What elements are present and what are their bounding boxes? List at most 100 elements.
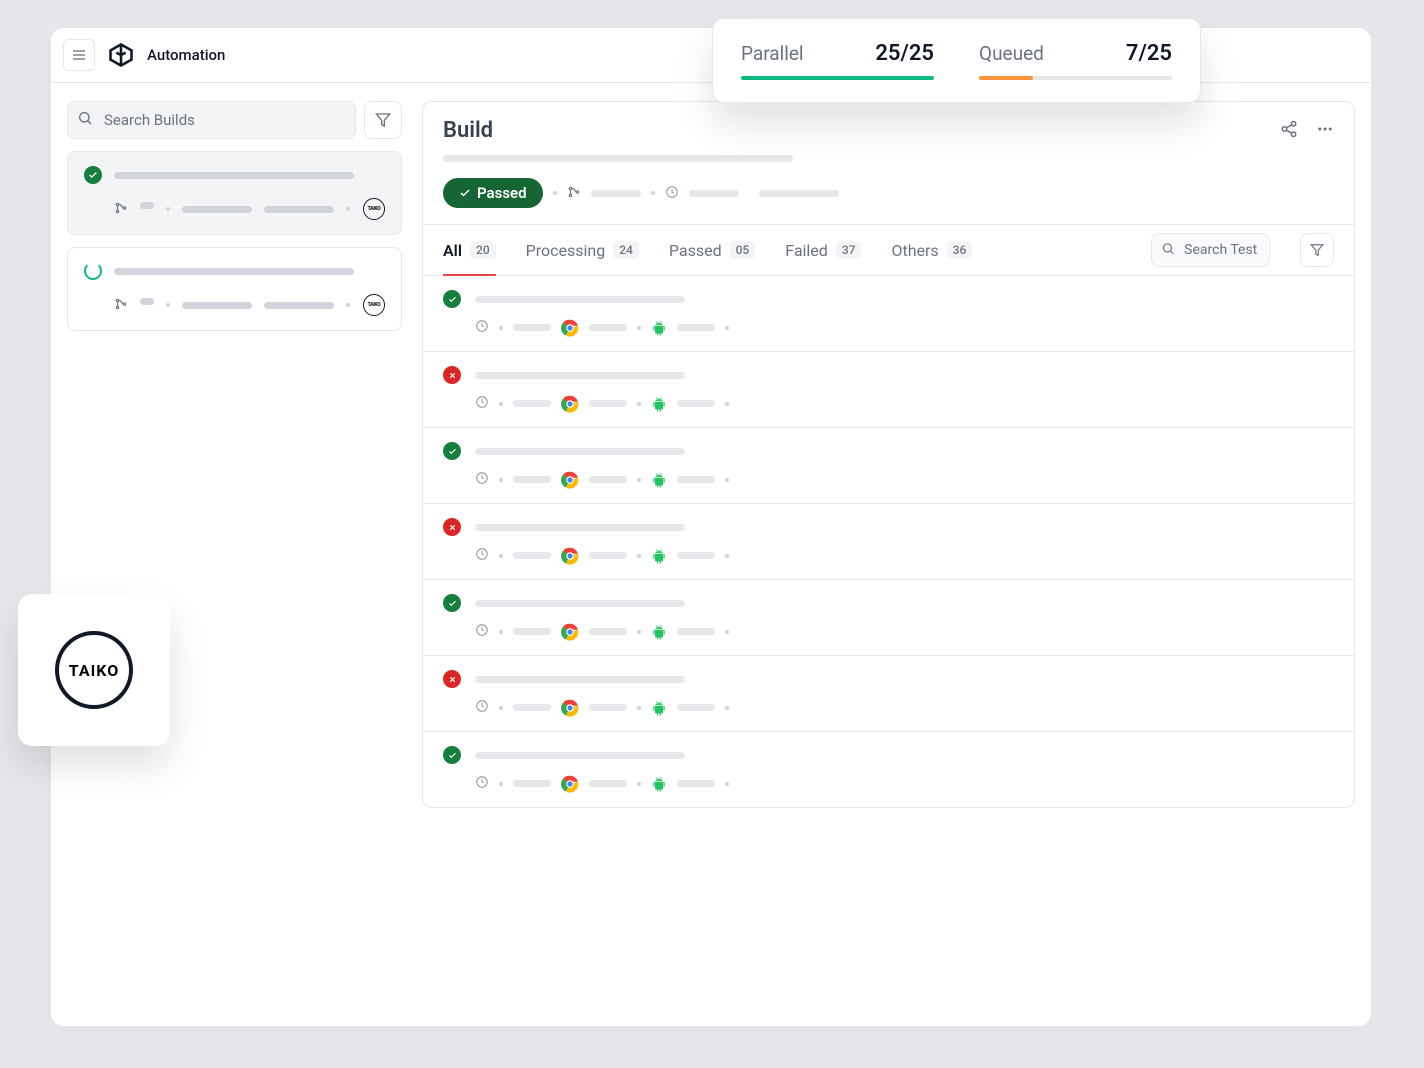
chrome-icon [561,547,579,565]
chrome-icon [561,319,579,337]
search-icon [77,110,93,130]
tests-filter-button[interactable] [1300,233,1334,267]
more-button[interactable] [1316,120,1334,142]
tests-search-wrap [1151,233,1270,267]
build-subtitle-placeholder [443,155,793,162]
parallel-label: Parallel [741,42,804,65]
test-row[interactable] [423,504,1354,580]
tabs-row: All20 Processing 24 Passed 05 Failed 37 Others 3… [423,224,1354,276]
clock-icon [475,470,489,489]
android-icon [651,700,667,716]
status-failed-icon [443,670,461,688]
header-actions [1280,120,1334,142]
tab-label: Passed [669,241,722,260]
main-header: Build Passed [423,102,1354,224]
queued-label: Queued [979,42,1044,65]
chrome-icon [561,623,579,641]
share-button[interactable] [1280,120,1298,142]
status-pill-label: Passed [477,184,527,202]
chrome-icon [561,471,579,489]
clock-icon [475,698,489,717]
app-frame: Automation [50,27,1372,1027]
clock-icon [475,774,489,793]
git-icon [114,296,128,315]
tab-all[interactable]: All20 [443,225,496,275]
tab-label: Processing [526,241,606,260]
queued-value: 7/25 [1126,41,1172,66]
search-icon [1161,241,1175,260]
parallel-value: 25/25 [875,41,934,66]
git-icon [567,184,581,203]
status-passed-icon [84,166,102,184]
clock-icon [475,318,489,337]
builds-search-row [67,101,402,139]
android-icon [651,320,667,336]
taiko-badge: TAIKO [55,631,133,709]
tab-failed[interactable]: Failed 37 [785,225,861,275]
android-icon [651,472,667,488]
android-icon [651,396,667,412]
clock-icon [475,546,489,565]
android-icon [651,624,667,640]
tab-count: 05 [730,241,756,259]
builds-search-wrap [67,101,356,139]
tab-count: 24 [613,241,639,259]
git-icon [114,200,128,219]
status-running-icon [84,262,102,280]
status-passed-icon [443,442,461,460]
clock-icon [475,394,489,413]
build-card[interactable]: TAIKO [67,247,402,331]
tests-list [423,276,1354,807]
tab-others[interactable]: Others 36 [891,225,972,275]
status-passed-icon [443,594,461,612]
chrome-icon [561,699,579,717]
tab-label: Failed [785,241,828,260]
taiko-mini-badge: TAIKO [363,294,385,316]
check-icon [459,187,471,199]
tab-label: Others [891,241,938,260]
builds-filter-button[interactable] [364,101,402,139]
page-title: Automation [147,46,225,64]
queued-bar [979,76,1172,80]
share-icon [1280,120,1298,138]
test-row[interactable] [423,580,1354,656]
filter-icon [1310,243,1324,257]
test-row[interactable] [423,276,1354,352]
taiko-badge-card: TAIKO [18,594,170,746]
main-panel: Build Passed [422,101,1355,808]
tab-count: 36 [947,241,973,259]
android-icon [651,548,667,564]
hamburger-icon [71,47,87,63]
test-row[interactable] [423,732,1354,807]
more-icon [1316,120,1334,138]
build-card[interactable]: TAIKO [67,151,402,235]
status-pill: Passed [443,178,543,208]
status-passed-icon [443,746,461,764]
build-meta-row: Passed [443,178,1334,208]
status-failed-icon [443,366,461,384]
chrome-icon [561,775,579,793]
chrome-icon [561,395,579,413]
body: TAIKO TAIKO Build [51,83,1371,826]
menu-button[interactable] [63,39,95,71]
test-row[interactable] [423,656,1354,732]
builds-search-input[interactable] [67,101,356,139]
parallel-bar [741,76,934,80]
clock-icon [665,184,679,203]
taiko-mini-badge: TAIKO [363,198,385,220]
test-row[interactable] [423,428,1354,504]
build-title: Build [443,118,1334,143]
status-failed-icon [443,518,461,536]
parallel-stat: Parallel 25/25 [741,41,934,80]
queued-stat: Queued 7/25 [979,41,1172,80]
clock-icon [475,622,489,641]
tab-label: All [443,241,462,260]
logo [107,41,135,69]
tab-passed[interactable]: Passed 05 [669,225,755,275]
test-row[interactable] [423,352,1354,428]
tab-count: 37 [836,241,862,259]
tab-processing[interactable]: Processing 24 [526,225,639,275]
filter-icon [375,112,391,128]
concurrency-card: Parallel 25/25 Queued 7/25 [712,18,1201,103]
status-passed-icon [443,290,461,308]
